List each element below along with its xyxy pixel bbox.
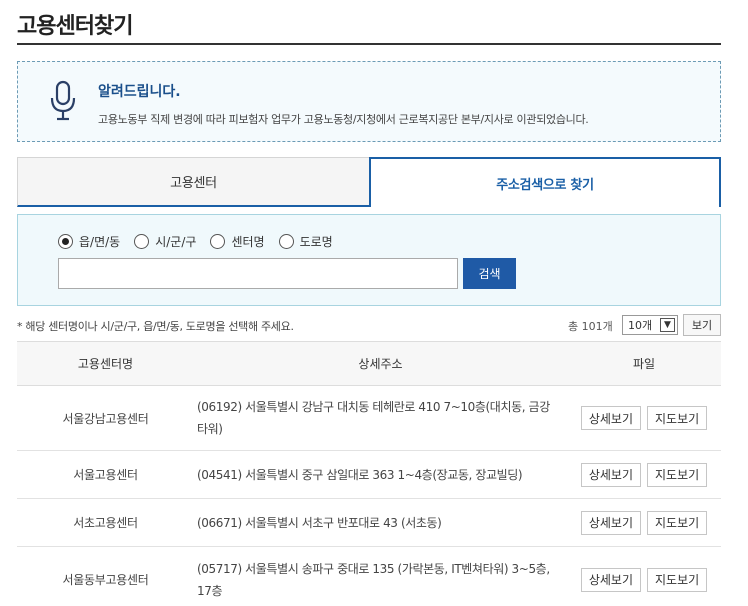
detail-button[interactable]: 상세보기	[580, 462, 641, 487]
center-name: 서울고용센터	[73, 468, 138, 482]
search-input[interactable]	[58, 258, 458, 289]
file-actions: 상세보기 지도보기	[567, 406, 721, 430]
table-header: 고용센터명 상세주소 파일	[17, 341, 721, 386]
table-row: 서울동부고용센터 (05717) 서울특별시 송파구 중대로 135 (가락본동…	[17, 547, 721, 606]
file-actions: 상세보기 지도보기	[567, 462, 721, 487]
per-page-select[interactable]: 10개 ▼	[622, 315, 678, 335]
search-panel: 읍/면/동 시/군/구 센터명 도로명 검색	[17, 214, 721, 306]
radio-unchecked-icon[interactable]	[134, 234, 150, 249]
center-name: 서초고용센터	[73, 516, 138, 530]
radio-eup-myeon-dong[interactable]: 읍/면/동	[58, 233, 120, 250]
notice-text: 고용노동부 직제 변경에 따라 피보험자 업무가 고용노동청/지청에서 근로복지…	[98, 113, 589, 126]
center-address: (04541) 서울특별시 중구 삼일대로 363 1~4층(장교동, 장교빌딩…	[197, 467, 523, 482]
header-center-name: 고용센터명	[77, 357, 134, 371]
selection-hint: * 해당 센터명이나 시/군/구, 읍/면/동, 도로명을 선택해 주세요.	[17, 320, 294, 333]
center-name: 서울강남고용센터	[62, 411, 149, 426]
radio-unchecked-icon[interactable]	[278, 234, 294, 249]
file-actions: 상세보기 지도보기	[567, 510, 721, 535]
total-count: 총 101개	[568, 320, 613, 333]
header-file: 파일	[632, 357, 656, 371]
results-table: 고용센터명 상세주소 파일 서울강남고용센터 (06192) 서울특별시 강남구…	[17, 341, 721, 606]
notice-box: 알려드립니다. 고용노동부 직제 변경에 따라 피보험자 업무가 고용노동청/지…	[17, 61, 721, 142]
radio-label: 시/군/구	[155, 235, 197, 249]
radio-si-gun-gu[interactable]: 시/군/구	[134, 233, 196, 250]
page-title: 고용센터찾기	[17, 14, 133, 39]
view-button[interactable]: 보기	[683, 314, 721, 336]
center-name: 서울동부고용센터	[62, 573, 149, 587]
notice-title: 알려드립니다.	[98, 84, 181, 100]
per-page-value: 10개	[628, 319, 653, 332]
detail-button[interactable]: 상세보기	[580, 510, 641, 535]
search-tabs: 고용센터 주소검색으로 찾기	[17, 157, 721, 207]
title-divider	[17, 43, 721, 45]
map-button[interactable]: 지도보기	[647, 406, 708, 430]
chevron-down-icon[interactable]: ▼	[660, 318, 675, 332]
tab-employment-center[interactable]: 고용센터	[17, 157, 370, 207]
center-address: (05717) 서울특별시 송파구 중대로 135 (가락본동, IT벤쳐타워)…	[197, 561, 550, 598]
table-row: 서초고용센터 (06671) 서울특별시 서초구 반포대로 43 (서초동) 상…	[17, 499, 721, 547]
detail-button[interactable]: 상세보기	[580, 567, 641, 592]
microphone-icon	[50, 80, 76, 121]
radio-center-name[interactable]: 센터명	[210, 233, 265, 250]
header-address: 상세주소	[358, 357, 403, 371]
map-button[interactable]: 지도보기	[647, 462, 708, 487]
radio-checked-icon[interactable]	[58, 234, 73, 249]
center-address: (06671) 서울특별시 서초구 반포대로 43 (서초동)	[197, 515, 442, 530]
center-address: (06192) 서울특별시 강남구 대치동 테헤란로 410 7~10층(대치동…	[197, 400, 550, 436]
table-row: 서울강남고용센터 (06192) 서울특별시 강남구 대치동 테헤란로 410 …	[17, 386, 721, 451]
tab-address-search[interactable]: 주소검색으로 찾기	[369, 157, 721, 207]
radio-label: 센터명	[231, 235, 265, 249]
radio-label: 도로명	[299, 235, 333, 249]
search-button[interactable]: 검색	[463, 258, 516, 289]
radio-unchecked-icon[interactable]	[210, 234, 226, 249]
map-button[interactable]: 지도보기	[647, 510, 708, 535]
file-actions: 상세보기 지도보기	[567, 567, 721, 592]
radio-road-name[interactable]: 도로명	[278, 233, 333, 250]
radio-label: 읍/면/동	[79, 235, 121, 249]
search-type-options: 읍/면/동 시/군/구 센터명 도로명	[58, 233, 333, 250]
detail-button[interactable]: 상세보기	[580, 406, 641, 430]
map-button[interactable]: 지도보기	[647, 567, 708, 592]
table-row: 서울고용센터 (04541) 서울특별시 중구 삼일대로 363 1~4층(장교…	[17, 451, 721, 499]
